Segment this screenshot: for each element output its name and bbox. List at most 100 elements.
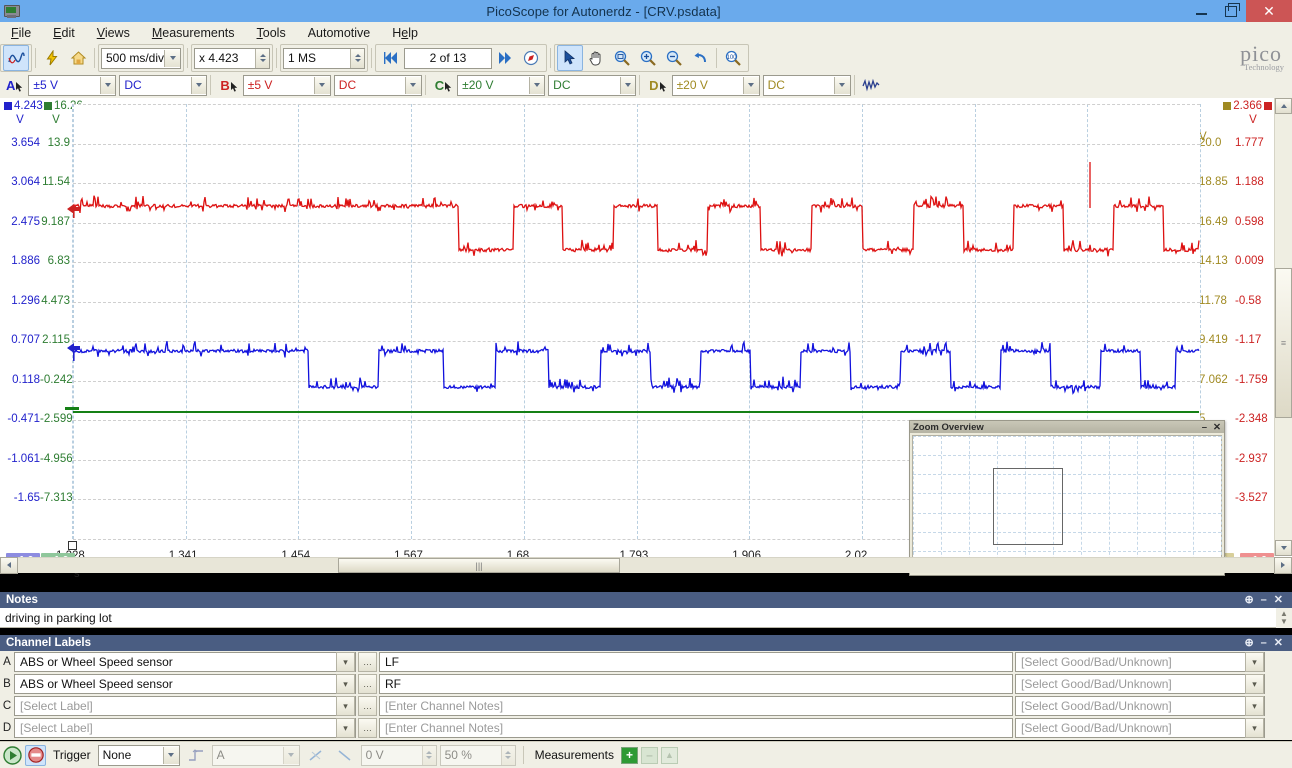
channel-status-select-d[interactable]: [Select Good/Bad/Unknown] ▾ bbox=[1015, 718, 1265, 738]
scroll-up-button[interactable] bbox=[1275, 98, 1292, 114]
zoom-overview-window[interactable]: Zoom Overview – ✕ bbox=[909, 420, 1225, 576]
channel-a-range-select[interactable]: ±5 V bbox=[28, 75, 116, 96]
channel-b-button[interactable]: B bbox=[214, 78, 239, 93]
pointer-tool-button[interactable] bbox=[557, 45, 583, 71]
channel-label-select-c[interactable]: [Select Label] ▾ bbox=[14, 696, 356, 716]
zoom-overview-button[interactable]: 100 bbox=[720, 45, 746, 71]
chevron-down-icon[interactable] bbox=[529, 77, 545, 94]
zoom-factor-input[interactable]: x 4.423 bbox=[194, 48, 270, 69]
trigger-level-input[interactable]: 0 V bbox=[361, 745, 437, 766]
hand-tool-button[interactable] bbox=[583, 45, 609, 71]
samples-input[interactable]: 1 MS bbox=[283, 48, 365, 69]
scroll-thumb[interactable]: ||| bbox=[338, 558, 620, 573]
chevron-down-icon[interactable] bbox=[163, 747, 179, 764]
buffer-index-input[interactable]: 2 of 13 bbox=[404, 48, 492, 69]
menu-item-views[interactable]: Views bbox=[86, 23, 141, 43]
chevron-down-icon[interactable] bbox=[100, 77, 116, 94]
notes-scrollbar[interactable]: ▲ ▼ bbox=[1276, 608, 1292, 628]
menu-item-help[interactable]: Help bbox=[381, 23, 429, 43]
channel-d-range-select[interactable]: ±20 V bbox=[672, 75, 760, 96]
chevron-down-icon[interactable]: ▾ bbox=[1245, 696, 1264, 716]
chevron-down-icon[interactable] bbox=[314, 77, 330, 94]
chevron-down-icon[interactable] bbox=[620, 77, 636, 94]
zoom-in-tool-button[interactable] bbox=[635, 45, 661, 71]
notes-text[interactable]: driving in parking lot bbox=[0, 608, 1276, 628]
grow-measurement-button[interactable]: ▲ bbox=[661, 747, 678, 764]
scroll-down-button[interactable] bbox=[1275, 540, 1292, 556]
chevron-down-icon[interactable] bbox=[834, 77, 850, 94]
zoom-overview-minimize[interactable]: – bbox=[1202, 422, 1207, 433]
undo-zoom-button[interactable] bbox=[687, 45, 713, 71]
minimize-icon[interactable]: – bbox=[1261, 595, 1267, 606]
chevron-down-icon[interactable]: ▾ bbox=[1245, 652, 1264, 672]
chevron-down-icon[interactable]: ▾ bbox=[336, 696, 355, 716]
minimize-button[interactable] bbox=[1186, 0, 1216, 22]
zoom-out-tool-button[interactable] bbox=[661, 45, 687, 71]
trigger-mode-select[interactable]: None bbox=[98, 745, 180, 766]
channel-c-coupling-select[interactable]: DC bbox=[548, 75, 636, 96]
chevron-down-icon[interactable]: ▾ bbox=[1245, 674, 1264, 694]
filters-button[interactable] bbox=[858, 72, 884, 98]
channel-status-select-a[interactable]: [Select Good/Bad/Unknown] ▾ bbox=[1015, 652, 1265, 672]
pin-icon[interactable]: ⊕ bbox=[1244, 595, 1253, 606]
menu-item-measurements[interactable]: Measurements bbox=[141, 23, 246, 43]
channel-label-select-a[interactable]: ABS or Wheel Speed sensor ▾ bbox=[14, 652, 356, 672]
channel-label-select-b[interactable]: ABS or Wheel Speed sensor ▾ bbox=[14, 674, 356, 694]
zoom-overview-titlebar[interactable]: Zoom Overview – ✕ bbox=[910, 421, 1224, 433]
channel-c-range-select[interactable]: ±20 V bbox=[457, 75, 545, 96]
pretrigger-input[interactable]: 50 % bbox=[440, 745, 516, 766]
close-icon[interactable]: ✕ bbox=[1274, 638, 1283, 649]
channel-label-browse-button[interactable]: … bbox=[358, 696, 377, 716]
channel-b-range-select[interactable]: ±5 V bbox=[243, 75, 331, 96]
minimize-icon[interactable]: – bbox=[1261, 638, 1267, 649]
close-icon[interactable]: ✕ bbox=[1274, 595, 1283, 606]
zoom-selection-rect[interactable] bbox=[993, 468, 1063, 545]
pretrigger-stepper[interactable] bbox=[501, 746, 515, 765]
pin-icon[interactable]: ⊕ bbox=[1244, 638, 1253, 649]
channel-c-button[interactable]: C bbox=[429, 78, 454, 93]
scroll-track[interactable]: ||| bbox=[18, 557, 1274, 573]
trigger-edge-button[interactable] bbox=[183, 742, 209, 768]
channel-label-browse-button[interactable]: … bbox=[358, 674, 377, 694]
channel-c-marker[interactable] bbox=[65, 407, 79, 410]
scroll-right-button[interactable] bbox=[1274, 557, 1292, 574]
plot-horizontal-scrollbar[interactable]: ||| bbox=[0, 557, 1292, 573]
chevron-down-icon[interactable] bbox=[405, 77, 421, 94]
scroll-left-button[interactable] bbox=[0, 557, 18, 574]
zoom-factor-stepper[interactable] bbox=[255, 49, 269, 68]
scope-mode-button[interactable] bbox=[3, 45, 29, 71]
channel-d-button[interactable]: D bbox=[643, 78, 668, 93]
menu-item-edit[interactable]: Edit bbox=[42, 23, 86, 43]
home-button[interactable] bbox=[65, 45, 91, 71]
channel-b-coupling-select[interactable]: DC bbox=[334, 75, 422, 96]
channel-note-input-d[interactable]: [Enter Channel Notes] bbox=[379, 718, 1013, 738]
channel-b-marker[interactable] bbox=[67, 199, 81, 219]
channel-a-coupling-select[interactable]: DC bbox=[119, 75, 207, 96]
start-capture-button[interactable] bbox=[3, 746, 22, 765]
menu-item-tools[interactable]: Tools bbox=[246, 23, 297, 43]
chevron-down-icon[interactable] bbox=[743, 77, 759, 94]
remove-measurement-button[interactable]: – bbox=[641, 747, 658, 764]
chevron-down-icon[interactable] bbox=[164, 50, 180, 67]
channel-a-button[interactable]: A bbox=[0, 78, 25, 93]
channel-d-coupling-select[interactable]: DC bbox=[763, 75, 851, 96]
channel-note-input-b[interactable]: RF bbox=[379, 674, 1013, 694]
chevron-down-icon[interactable]: ▾ bbox=[336, 652, 355, 672]
add-measurement-button[interactable]: + bbox=[621, 747, 638, 764]
buffer-prev-button[interactable] bbox=[378, 45, 404, 71]
chevron-down-icon[interactable]: ▾ bbox=[1245, 718, 1264, 738]
chevron-down-icon[interactable] bbox=[191, 77, 207, 94]
maximize-button[interactable] bbox=[1216, 0, 1246, 22]
trigger-level-stepper[interactable] bbox=[422, 746, 436, 765]
stop-capture-button[interactable] bbox=[25, 745, 46, 766]
chevron-down-icon[interactable]: ▾ bbox=[336, 718, 355, 738]
chevron-down-icon[interactable] bbox=[283, 747, 299, 764]
samples-stepper[interactable] bbox=[350, 49, 364, 68]
channel-label-browse-button[interactable]: … bbox=[358, 718, 377, 738]
trigger-slope-fall-button[interactable] bbox=[332, 742, 358, 768]
trigger-slope-rise-button[interactable] bbox=[303, 742, 329, 768]
channel-status-select-b[interactable]: [Select Good/Bad/Unknown] ▾ bbox=[1015, 674, 1265, 694]
channel-note-input-c[interactable]: [Enter Channel Notes] bbox=[379, 696, 1013, 716]
channel-status-select-c[interactable]: [Select Good/Bad/Unknown] ▾ bbox=[1015, 696, 1265, 716]
buffer-next-button[interactable] bbox=[492, 45, 518, 71]
